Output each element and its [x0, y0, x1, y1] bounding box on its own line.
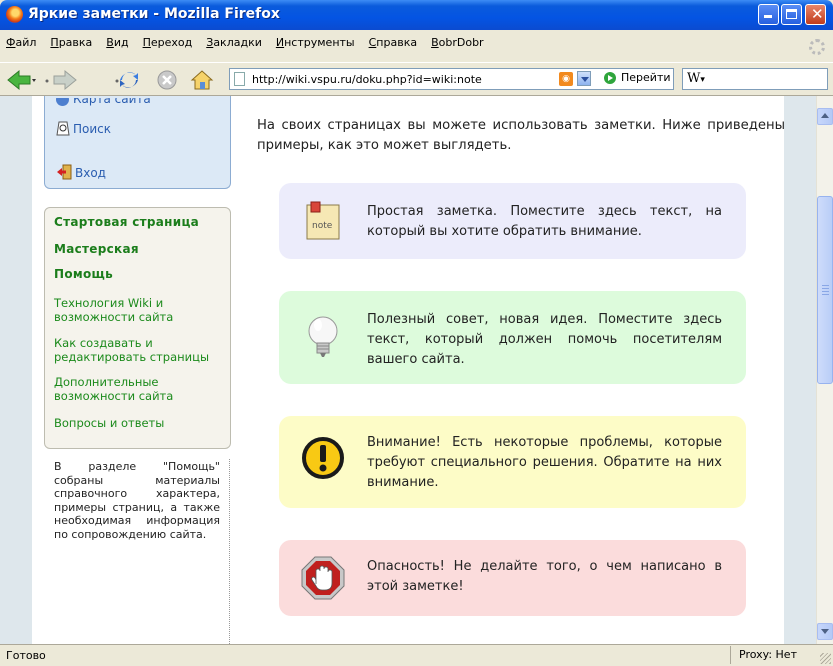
go-button[interactable]: Перейти	[604, 71, 671, 84]
back-arrow-icon	[7, 69, 36, 91]
sitemap-icon	[56, 98, 69, 106]
resize-grip[interactable]	[820, 653, 831, 664]
status-bar: Готово Proxy: Нет	[0, 644, 833, 666]
sidebar-item-extra-features[interactable]: Дополнительные возможности сайта	[54, 375, 194, 403]
login-icon	[57, 164, 72, 180]
reload-button[interactable]	[114, 69, 138, 91]
wikipedia-search-icon[interactable]: W▾	[687, 71, 705, 86]
note-text-warning: Опасность! Не делайте того, о чем написа…	[367, 559, 722, 594]
note-text-tip: Полезный совет, новая идея. Поместите зд…	[367, 312, 722, 367]
menu-bobrdobr[interactable]: BobrDobr	[424, 36, 491, 49]
note-box-important: Внимание! Есть некоторые проблемы, котор…	[279, 416, 746, 508]
sidebar-item-start-page[interactable]: Стартовая страница	[54, 215, 199, 229]
lightbulb-icon	[299, 311, 347, 367]
search-icon	[56, 121, 70, 136]
maximize-button[interactable]	[781, 4, 802, 25]
menu-help[interactable]: Справка	[362, 36, 424, 49]
sidebar-divider	[229, 459, 230, 644]
note-box-warning: Опасность! Не делайте того, о чем написа…	[279, 540, 746, 616]
sidebar-tool-login-label: Вход	[75, 166, 106, 180]
sidebar-item-workshop[interactable]: Мастерская	[54, 242, 139, 256]
note-icon: note	[299, 199, 347, 247]
reload-icon	[115, 72, 138, 88]
menu-go[interactable]: Переход	[136, 36, 200, 49]
sidebar-tool-sitemap[interactable]: Карта сайта	[56, 98, 151, 108]
sidebar-tool-search[interactable]: Поиск	[56, 121, 111, 136]
sidebar-item-create-edit[interactable]: Как создавать и редактировать страницы	[54, 336, 224, 364]
url-dropdown-button[interactable]	[577, 71, 591, 86]
note-text-simple: Простая заметка. Поместите здесь текст, …	[367, 204, 722, 239]
sidebar-item-wiki-technology[interactable]: Технология Wiki и возможности сайта	[54, 296, 204, 324]
sidebar-item-help[interactable]: Помощь	[54, 267, 113, 281]
scroll-thumb[interactable]	[817, 196, 833, 384]
page-icon	[234, 72, 245, 86]
firefox-icon	[6, 6, 23, 23]
note-icon-label: note	[312, 221, 333, 231]
menu-file[interactable]: Файл	[2, 36, 43, 49]
sidebar-tool-login[interactable]: Вход	[56, 164, 106, 180]
scroll-up-button[interactable]	[817, 108, 833, 125]
search-engine-label: W	[687, 71, 701, 86]
back-button[interactable]	[6, 69, 36, 91]
warning-icon	[299, 434, 347, 486]
title-bar: Яркие заметки - Mozilla Firefox ✕	[0, 0, 833, 30]
close-button[interactable]: ✕	[805, 4, 826, 25]
go-label: Перейти	[621, 71, 671, 84]
stop-button[interactable]	[156, 69, 180, 91]
navigation-toolbar: http://wiki.vspu.ru/doku.php?id=wiki:not…	[0, 62, 833, 96]
chevron-up-icon	[821, 113, 829, 118]
home-button[interactable]	[190, 69, 214, 91]
sidebar-tool-sitemap-label: Карта сайта	[73, 98, 151, 106]
proxy-status[interactable]: Proxy: Нет	[730, 646, 810, 664]
menu-bar: Файл Правка Вид Переход Закладки Инструменты С…	[0, 34, 833, 58]
minimize-button[interactable]	[758, 4, 779, 25]
menu-bookmarks[interactable]: Закладки	[199, 36, 269, 49]
menu-tools[interactable]: Инструменты	[269, 36, 362, 49]
scroll-down-button[interactable]	[817, 623, 833, 640]
sidebar-item-faq[interactable]: Вопросы и ответы	[54, 416, 164, 430]
home-icon	[190, 70, 214, 90]
sidebar-description: В разделе "Помощь" собраны материалы спр…	[54, 460, 220, 541]
note-text-important: Внимание! Есть некоторые проблемы, котор…	[367, 435, 722, 490]
sidebar-tool-search-label: Поиск	[73, 122, 112, 136]
intro-text: На своих страницах вы можете использоват…	[257, 118, 785, 153]
stop-icon	[157, 70, 177, 90]
throbber-icon	[809, 39, 825, 55]
chevron-down-icon	[821, 629, 829, 634]
menu-view[interactable]: Вид	[99, 36, 135, 49]
note-box-simple: note Простая заметка. Поместите здесь те…	[279, 183, 746, 259]
forward-button[interactable]	[44, 69, 77, 91]
forward-arrow-icon	[45, 69, 77, 91]
menu-edit[interactable]: Правка	[43, 36, 99, 49]
vertical-scrollbar[interactable]	[816, 96, 833, 644]
window-title: Яркие заметки - Mozilla Firefox	[28, 6, 280, 22]
rss-feed-icon[interactable]: ◉	[559, 72, 573, 86]
status-text: Готово	[6, 649, 46, 662]
search-field[interactable]: W▾	[682, 68, 828, 90]
stop-hand-icon	[299, 554, 347, 606]
url-text[interactable]: http://wiki.vspu.ru/doku.php?id=wiki:not…	[252, 73, 482, 86]
note-box-tip: Полезный совет, новая идея. Поместите зд…	[279, 291, 746, 384]
go-icon	[604, 72, 616, 84]
